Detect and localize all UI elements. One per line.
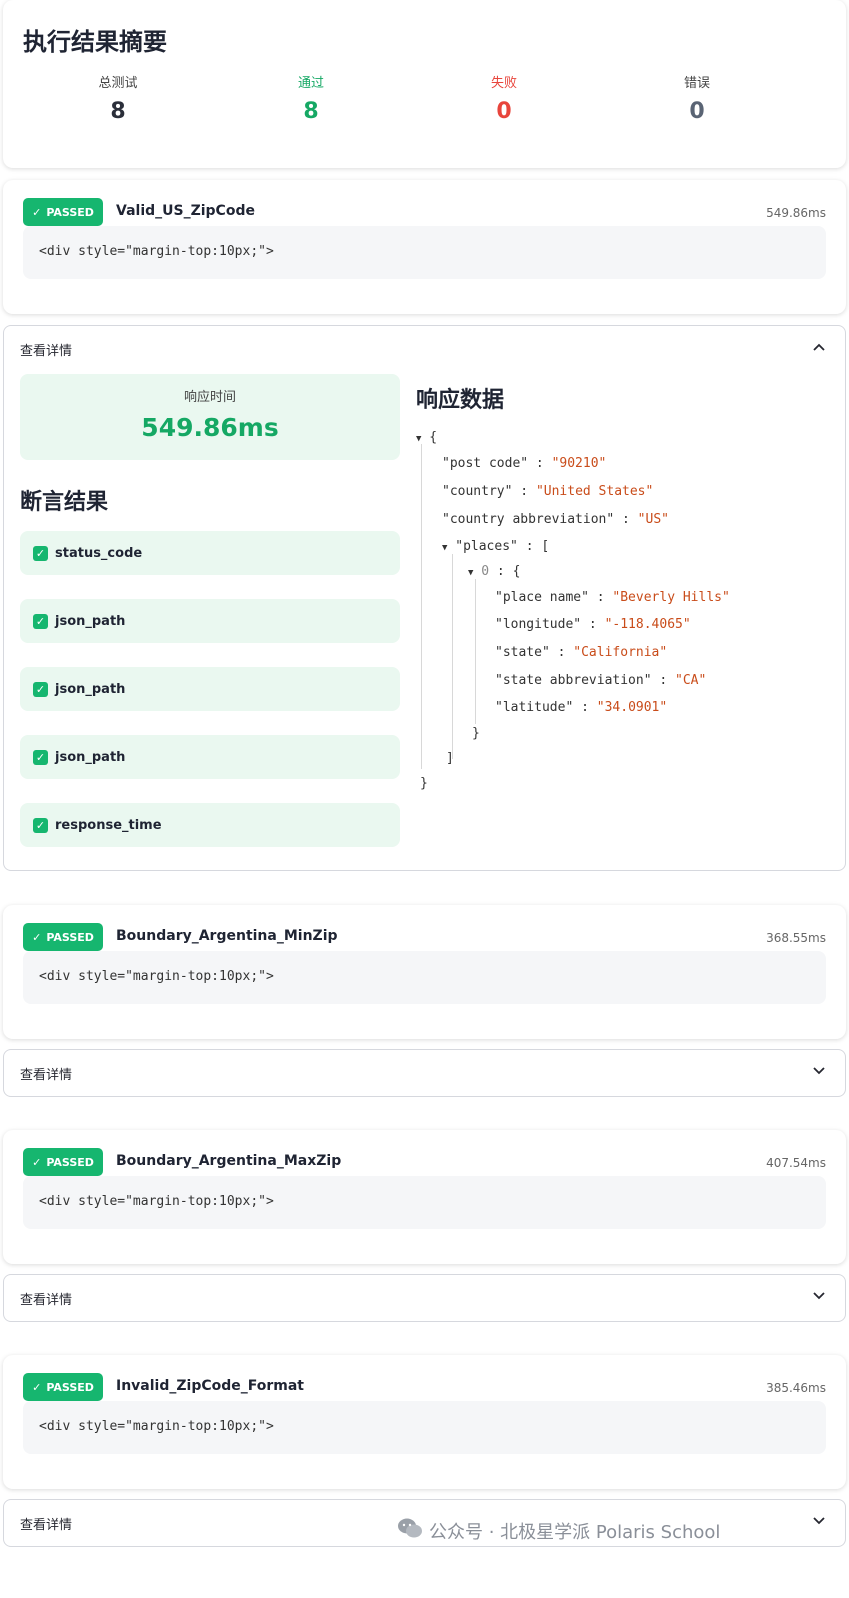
json-entry: "state" : "California" xyxy=(495,645,668,660)
stat-total: 总测试 8 xyxy=(38,72,198,124)
checkbox-checked-icon: ✓ xyxy=(33,681,48,697)
status-badge: ✓ PASSED xyxy=(23,1373,103,1401)
wechat-icon xyxy=(397,1517,423,1544)
stat-passed: 通过 8 xyxy=(231,72,391,124)
response-heading: 响应数据 xyxy=(416,388,505,413)
test-card: ✓ PASSED Boundary_Argentina_MaxZip 407.54… xyxy=(3,1130,846,1264)
chevron-up-icon[interactable] xyxy=(813,340,825,355)
checkbox-checked-icon: ✓ xyxy=(33,613,48,629)
tree-guide xyxy=(421,444,422,769)
test-output: <div style="margin-top:10px;"> xyxy=(23,1401,826,1454)
json-entry: "place name" : "Beverly Hills" xyxy=(495,590,730,605)
assertions-heading: 断言结果 xyxy=(20,490,109,515)
chevron-down-icon[interactable] xyxy=(813,1514,825,1529)
stat-value: 0 xyxy=(689,99,705,124)
collapse-triangle-icon[interactable]: ▼ xyxy=(468,568,473,578)
test-card: ✓ PASSED Invalid_ZipCode_Format 385.46ms … xyxy=(3,1355,846,1489)
assertion-item: ✓ json_path xyxy=(20,667,400,711)
expander-header[interactable]: 查看详情 xyxy=(20,1514,72,1533)
stat-failed: 失败 0 xyxy=(424,72,584,124)
expander-header[interactable]: 查看详情 xyxy=(20,340,72,359)
json-entry: "state abbreviation" : "CA" xyxy=(495,673,707,688)
test-output: <div style="margin-top:10px;"> xyxy=(23,226,826,279)
expander-header[interactable]: 查看详情 xyxy=(20,1064,72,1083)
stat-label: 错误 xyxy=(683,76,710,91)
tree-guide xyxy=(452,554,453,759)
json-entry: "post code" : "90210" xyxy=(442,456,607,471)
metric-value: 549.86ms xyxy=(141,413,279,442)
chevron-down-icon[interactable] xyxy=(813,1064,825,1079)
assertion-item: ✓ status_code xyxy=(20,531,400,575)
chevron-down-icon[interactable] xyxy=(813,1289,825,1304)
checkbox-checked-icon: ✓ xyxy=(33,817,48,833)
test-card: ✓ PASSED Valid_US_ZipCode 549.86ms <div s… xyxy=(3,180,846,314)
json-entry: "country abbreviation" : "US" xyxy=(442,512,669,527)
status-badge: ✓ PASSED xyxy=(23,198,103,226)
stat-errors: 错误 0 xyxy=(617,72,777,124)
checkbox-checked-icon: ✓ xyxy=(33,545,48,561)
test-duration: 368.55ms xyxy=(766,931,826,945)
expander-header[interactable]: 查看详情 xyxy=(20,1289,72,1308)
tree-guide xyxy=(475,579,476,724)
test-output: <div style="margin-top:10px;"> xyxy=(23,1176,826,1229)
stat-label: 通过 xyxy=(297,76,324,91)
json-entry: ▼ "places" : [ xyxy=(442,539,550,554)
assertion-item: ✓ response_time xyxy=(20,803,400,847)
assertion-item: ✓ json_path xyxy=(20,599,400,643)
test-duration: 385.46ms xyxy=(766,1381,826,1395)
json-entry: "longitude" : "-118.4065" xyxy=(495,617,691,632)
details-expander[interactable]: 查看详情 xyxy=(3,1274,846,1322)
details-expander[interactable]: 查看详情 xyxy=(3,1049,846,1097)
watermark-text: 公众号 · 北极星学派 Polaris School xyxy=(429,1521,721,1543)
collapse-triangle-icon[interactable]: ▼ xyxy=(442,543,447,553)
collapse-triangle-icon[interactable]: ▼ xyxy=(416,434,421,444)
test-output: <div style="margin-top:10px;"> xyxy=(23,951,826,1004)
stat-value: 8 xyxy=(110,99,126,124)
assertion-item: ✓ json_path xyxy=(20,735,400,779)
json-viewer: ▼ { "post code" : "90210" "country" : "U… xyxy=(416,430,730,791)
json-entry: "latitude" : "34.0901" xyxy=(495,700,668,715)
status-badge: ✓ PASSED xyxy=(23,1148,103,1176)
summary-card: 执行结果摘要 总测试 8 通过 8 失败 0 错误 0 xyxy=(3,0,846,168)
test-name: Boundary_Argentina_MinZip xyxy=(116,928,338,944)
test-duration: 549.86ms xyxy=(766,206,826,220)
test-name: Invalid_ZipCode_Format xyxy=(116,1378,304,1394)
check-icon: ✓ xyxy=(32,205,42,219)
stat-label: 总测试 xyxy=(98,76,138,91)
json-entry: "country" : "United States" xyxy=(442,484,654,499)
watermark: 公众号 · 北极星学派 Polaris School xyxy=(397,1517,720,1544)
check-icon: ✓ xyxy=(32,1155,42,1169)
test-card: ✓ PASSED Boundary_Argentina_MinZip 368.55… xyxy=(3,905,846,1039)
response-time-metric: 响应时间 549.86ms xyxy=(20,374,400,460)
test-name: Valid_US_ZipCode xyxy=(116,203,255,219)
test-duration: 407.54ms xyxy=(766,1156,826,1170)
test-name: Boundary_Argentina_MaxZip xyxy=(116,1153,342,1169)
details-expander: 查看详情 响应时间 549.86ms 断言结果 ✓ status_code ✓ js… xyxy=(3,325,846,871)
json-entry: ▼ 0 : { xyxy=(468,564,521,579)
metric-label: 响应时间 xyxy=(183,390,236,405)
status-badge: ✓ PASSED xyxy=(23,923,103,951)
check-icon: ✓ xyxy=(32,930,42,944)
stat-value: 0 xyxy=(496,99,512,124)
stat-value: 8 xyxy=(303,99,319,124)
checkbox-checked-icon: ✓ xyxy=(33,749,48,765)
summary-title: 执行结果摘要 xyxy=(23,28,167,56)
stat-label: 失败 xyxy=(490,76,517,91)
check-icon: ✓ xyxy=(32,1380,42,1394)
